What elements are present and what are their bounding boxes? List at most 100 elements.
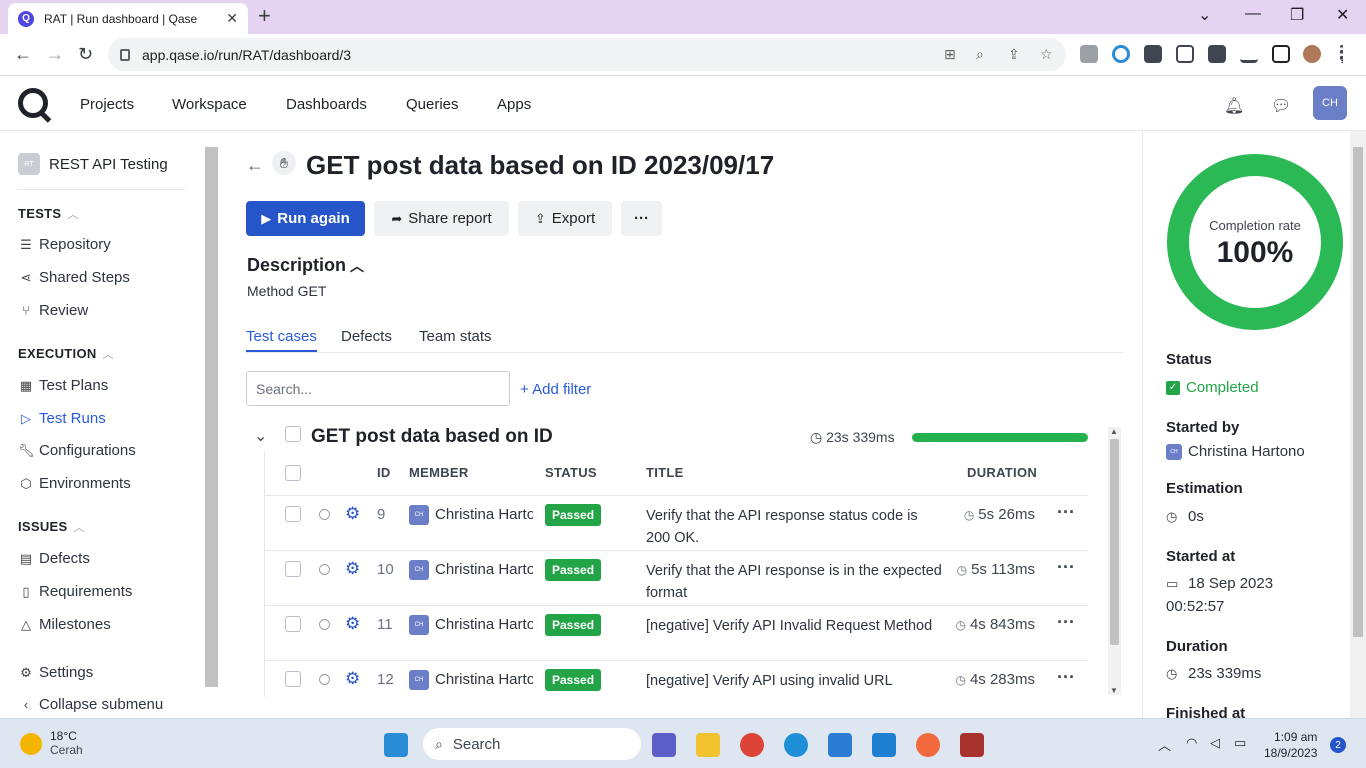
more-actions-button[interactable]: ···: [621, 201, 662, 236]
sidebar-item-configurations[interactable]: 🔧︎ Configurations: [18, 442, 136, 459]
battery-icon[interactable]: ▭: [1234, 735, 1246, 751]
wifi-icon[interactable]: ◠: [1186, 735, 1197, 751]
download-icon[interactable]: [1240, 45, 1258, 63]
row-more-icon[interactable]: ···: [1057, 557, 1075, 578]
case-title[interactable]: [negative] Verify API Invalid Request Me…: [646, 615, 942, 637]
qase-logo-icon[interactable]: [18, 88, 48, 118]
forward-icon[interactable]: →: [46, 44, 64, 65]
system-clock[interactable]: 1:09 am 18/9/2023: [1264, 729, 1317, 761]
col-status[interactable]: STATUS: [545, 465, 597, 480]
sidebar-item-milestones[interactable]: △ Milestones: [18, 616, 111, 633]
omnibox[interactable]: app.qase.io/run/RAT/dashboard/3 ⊞ ⌕ ⇪ ☆: [108, 38, 1066, 71]
row-more-icon[interactable]: ···: [1057, 502, 1075, 523]
nav-apps[interactable]: Apps: [497, 96, 531, 113]
table-row[interactable]: ⚙ 9 CH Christina Hartono Passed Verify t…: [265, 495, 1088, 550]
weather-widget[interactable]: 18°C Cerah: [20, 729, 83, 757]
camera-extension-icon[interactable]: [1080, 45, 1098, 63]
section-execution[interactable]: EXECUTION ︿: [18, 346, 114, 362]
bell-icon[interactable]: 🔔︎: [1224, 96, 1244, 116]
winrar-icon[interactable]: [960, 733, 984, 757]
tab-defects[interactable]: Defects: [341, 328, 392, 345]
row-checkbox[interactable]: [285, 616, 301, 632]
row-more-icon[interactable]: ···: [1057, 612, 1075, 633]
section-issues[interactable]: ISSUES ︿: [18, 519, 85, 535]
browser-tab[interactable]: Q RAT | Run dashboard | Qase ✕: [8, 3, 248, 34]
nav-workspace[interactable]: Workspace: [172, 96, 247, 113]
translate-icon[interactable]: ⊞: [944, 46, 956, 63]
section-tests[interactable]: TESTS ︿: [18, 206, 79, 222]
teams-chat-icon[interactable]: [652, 733, 676, 757]
ebook-extension-icon[interactable]: [1176, 45, 1194, 63]
search-input[interactable]: Search...: [246, 371, 510, 406]
new-tab-icon[interactable]: +: [258, 5, 271, 27]
sidebar-item-review[interactable]: ⑂ Review: [18, 302, 88, 319]
nav-dashboards[interactable]: Dashboards: [286, 96, 367, 113]
sidebar-item-defects[interactable]: ▤ Defects: [18, 550, 90, 567]
sidebar-item-requirements[interactable]: ▯ Requirements: [18, 583, 132, 600]
chrome-icon[interactable]: [740, 733, 764, 757]
notepad-icon[interactable]: [828, 733, 852, 757]
table-scroll-thumb[interactable]: [1110, 439, 1119, 645]
reload-icon[interactable]: ↻: [78, 44, 93, 65]
export-button[interactable]: ⇪ Export: [518, 201, 612, 236]
sidebar-item-repository[interactable]: ☰ Repository: [18, 236, 111, 253]
sidebar-item-test-runs[interactable]: ▷ Test Runs: [18, 410, 106, 427]
chevron-down-icon[interactable]: ⌄: [254, 426, 267, 446]
row-checkbox[interactable]: [285, 561, 301, 577]
puzzle-extensions-icon[interactable]: [1208, 45, 1226, 63]
side-panel-icon[interactable]: [1272, 45, 1290, 63]
windows-start-icon[interactable]: [384, 733, 408, 757]
sidebar-item-shared-steps[interactable]: ⋖ Shared Steps: [18, 269, 130, 286]
table-row[interactable]: ⚙ 11 CH Christina Hartono Passed [negati…: [265, 605, 1088, 660]
description-toggle[interactable]: Description ︿: [247, 255, 364, 276]
table-row[interactable]: ⚙ 10 CH Christina Hartono Passed Verify …: [265, 550, 1088, 605]
chevron-up-icon[interactable]: ︿: [1158, 735, 1171, 754]
summary-scrollbar[interactable]: [1350, 131, 1366, 718]
case-title[interactable]: [negative] Verify API using invalid URL: [646, 670, 942, 692]
suite-checkbox[interactable]: [285, 426, 301, 442]
user-avatar[interactable]: CH: [1313, 86, 1347, 120]
extension-ring-icon[interactable]: [1112, 45, 1130, 63]
sidebar-scrollbar[interactable]: [205, 147, 218, 687]
postman-icon[interactable]: [916, 733, 940, 757]
share-page-icon[interactable]: ⇪: [1008, 46, 1020, 63]
scroll-up-icon[interactable]: ▲: [1110, 427, 1118, 436]
table-scrollbar[interactable]: ▲ ▼: [1108, 427, 1121, 695]
close-window-icon[interactable]: ✕: [1336, 5, 1349, 25]
sidebar-item-settings[interactable]: ⚙ Settings: [18, 664, 93, 681]
collapse-submenu-button[interactable]: ‹ Collapse submenu: [18, 696, 163, 713]
chevron-down-icon[interactable]: ⌄: [1198, 5, 1211, 25]
select-all-checkbox[interactable]: [285, 465, 301, 481]
scroll-down-icon[interactable]: ▼: [1110, 686, 1118, 695]
nav-queries[interactable]: Queries: [406, 96, 459, 113]
bookmark-star-icon[interactable]: ☆: [1040, 46, 1053, 63]
volume-icon[interactable]: ◁: [1210, 735, 1220, 751]
col-member[interactable]: MEMBER: [409, 465, 469, 480]
row-more-icon[interactable]: ···: [1057, 667, 1075, 688]
edge-icon[interactable]: [784, 733, 808, 757]
profile-avatar-icon[interactable]: [1303, 45, 1321, 63]
minimize-icon[interactable]: —: [1245, 5, 1261, 23]
file-explorer-icon[interactable]: [696, 733, 720, 757]
back-arrow-icon[interactable]: ←: [246, 155, 264, 176]
summary-scroll-thumb[interactable]: [1353, 147, 1363, 637]
add-filter-link[interactable]: + Add filter: [520, 381, 591, 398]
back-icon[interactable]: ←: [14, 44, 32, 65]
browser-menu-icon[interactable]: [1340, 45, 1344, 63]
vscode-icon[interactable]: [872, 733, 896, 757]
taskbar-search[interactable]: ⌕ Search: [423, 728, 641, 760]
project-switcher[interactable]: RT REST API Testing: [18, 153, 168, 175]
col-duration[interactable]: DURATION: [967, 465, 1037, 480]
sidebar-item-environments[interactable]: ⬡ Environments: [18, 475, 130, 492]
col-id[interactable]: ID: [377, 465, 391, 480]
run-again-button[interactable]: ▶ Run again: [246, 201, 365, 236]
tab-team-stats[interactable]: Team stats: [419, 328, 492, 345]
row-checkbox[interactable]: [285, 671, 301, 687]
close-tab-icon[interactable]: ✕: [226, 10, 238, 27]
pen-extension-icon[interactable]: [1144, 45, 1162, 63]
row-checkbox[interactable]: [285, 506, 301, 522]
zoom-icon[interactable]: ⌕: [976, 46, 984, 63]
nav-projects[interactable]: Projects: [80, 96, 134, 113]
notification-badge[interactable]: 2: [1330, 737, 1346, 753]
share-report-button[interactable]: ➦ Share report: [374, 201, 509, 236]
